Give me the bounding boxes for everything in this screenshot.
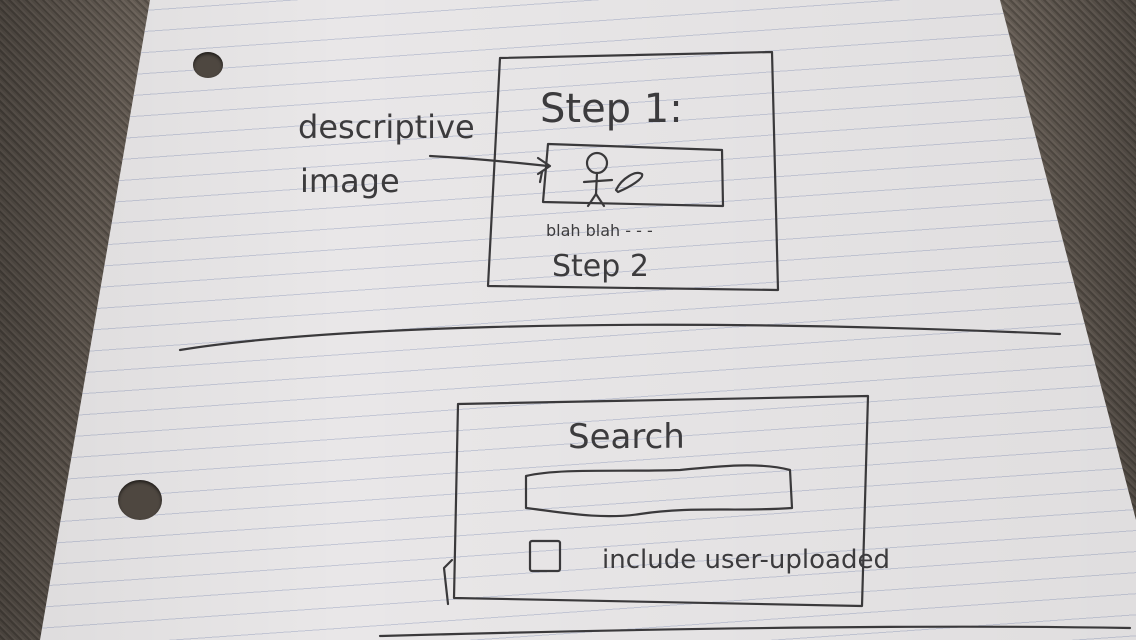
object-shape-icon [614, 171, 644, 194]
include-user-uploaded-label: include user-uploaded [602, 545, 890, 575]
section-divider [178, 323, 1062, 352]
annotation-arrow [428, 154, 550, 168]
search-input-shape [524, 464, 794, 518]
step1-label: Step 1: [540, 86, 683, 132]
step2-label: Step 2 [552, 249, 649, 284]
annotation-image: image [300, 162, 400, 200]
sketch-drawing: descriptive image Step 1: blah blah - - … [178, 50, 1132, 638]
checkbox-outline [528, 539, 562, 573]
stick-figure-icon [582, 151, 614, 208]
image-caption: blah blah - - - [546, 221, 653, 240]
search-title: Search [568, 417, 685, 457]
annotation-descriptive: descriptive [298, 108, 475, 146]
